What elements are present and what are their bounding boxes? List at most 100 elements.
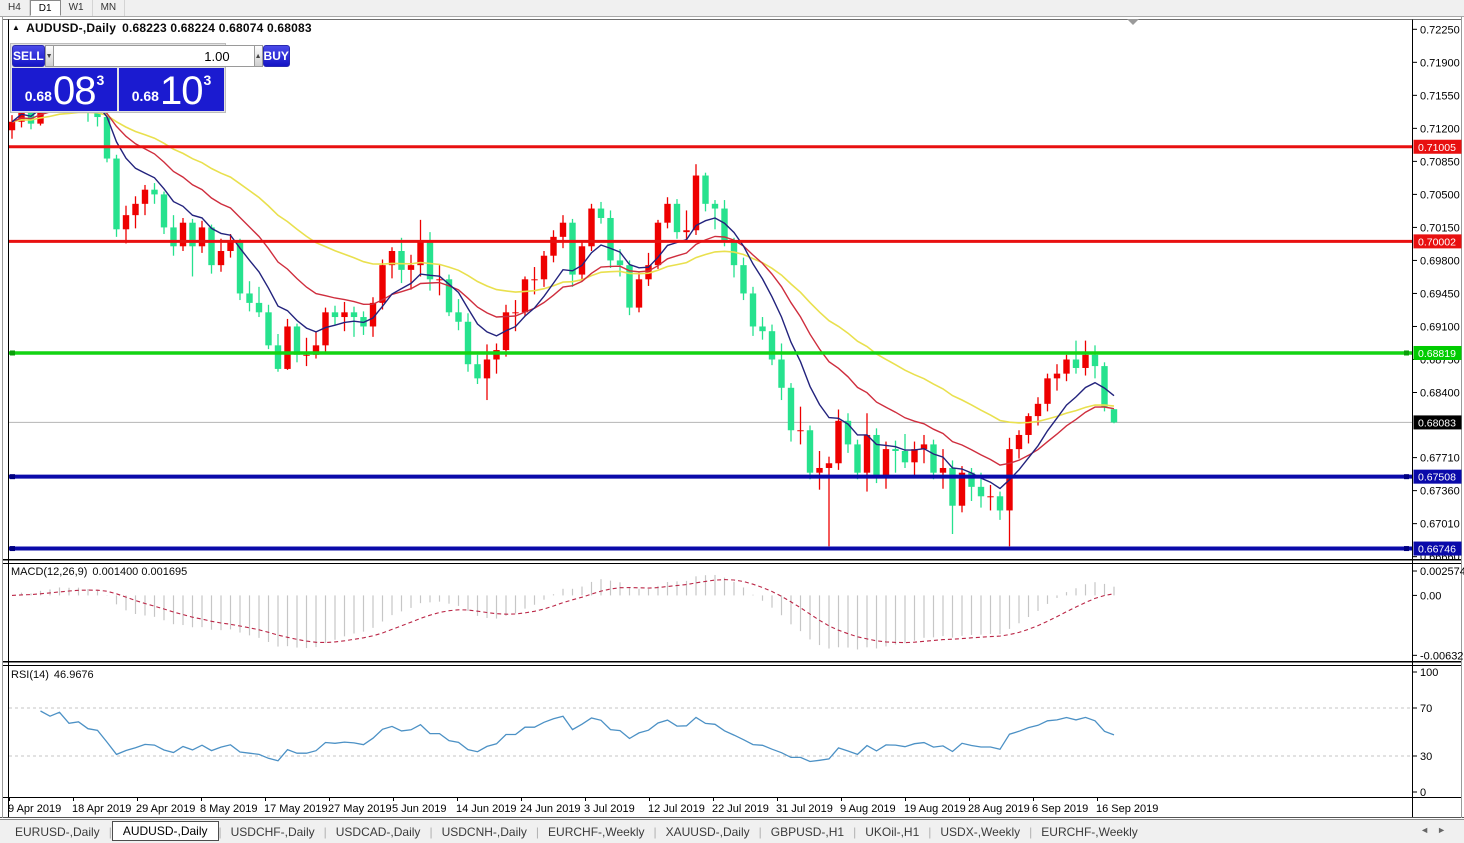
line-handle[interactable] — [10, 350, 15, 355]
macd-axis-tick-label: -0.006326 — [1420, 650, 1464, 662]
line-handle[interactable] — [10, 546, 15, 551]
symbol-tab-usdchf-daily[interactable]: USDCHF-,Daily — [222, 823, 324, 841]
timeframe-button-w1[interactable]: W1 — [61, 0, 93, 16]
candle-body — [123, 215, 129, 229]
chart-title: ▲ AUDUSD-,Daily 0.68223 0.68224 0.68074 … — [12, 21, 312, 35]
candle-body — [930, 444, 936, 472]
candle-body — [465, 322, 471, 364]
sell-price-big-digits: 08 — [53, 74, 96, 108]
macd-axis-tick-label: 0.00 — [1420, 590, 1441, 602]
candle-body — [332, 312, 338, 317]
candle-body — [949, 468, 955, 506]
symbol-tab-audusd-daily[interactable]: AUDUSD-,Daily — [112, 821, 219, 841]
candle-body — [1063, 359, 1069, 373]
candle-body — [997, 496, 1003, 510]
candle-body — [560, 223, 566, 237]
candle-body — [683, 230, 689, 232]
price-axis-tick-label: 0.67010 — [1420, 519, 1460, 531]
symbol-tab-eurchf-weekly[interactable]: EURCHF-,Weekly — [1032, 823, 1146, 841]
date-axis-label: 12 Jul 2019 — [648, 803, 705, 815]
price-axis-tick-label: 0.69450 — [1420, 288, 1460, 300]
candle-body — [607, 218, 613, 260]
timeframe-button-h4[interactable]: H4 — [0, 0, 30, 16]
candle-body — [911, 449, 917, 462]
candle-body — [427, 242, 433, 280]
candle-body — [199, 227, 205, 246]
candle-body — [132, 204, 138, 215]
volume-decrease-button[interactable]: ▼ — [45, 45, 54, 67]
volume-increase-button[interactable]: ▲ — [254, 45, 263, 67]
price-axis-tick-label: 0.72250 — [1420, 24, 1460, 36]
rsi-axis-tick-label: 70 — [1420, 703, 1432, 715]
collapse-triangle-icon[interactable]: ▲ — [12, 23, 20, 32]
sell-price-panel[interactable]: 0.68 08 3 — [12, 68, 117, 111]
price-axis-tick-label: 0.70850 — [1420, 156, 1460, 168]
rsi-name: RSI(14) — [11, 669, 49, 681]
price-level-label: 0.68083 — [1418, 417, 1456, 429]
line-handle[interactable] — [1404, 546, 1409, 551]
candle-body — [1092, 355, 1098, 366]
price-axis-tick-label: 0.68400 — [1420, 388, 1460, 400]
price-level-label: 0.67508 — [1418, 472, 1456, 484]
candle-body — [864, 435, 870, 473]
volume-input[interactable] — [54, 45, 254, 67]
candle-body — [978, 487, 984, 496]
date-axis-label: 28 Aug 2019 — [968, 803, 1030, 815]
candle-body — [693, 176, 699, 231]
candle-body — [294, 326, 300, 354]
candle-body — [807, 430, 813, 472]
candle-body — [351, 312, 357, 317]
date-axis-label: 9 Aug 2019 — [840, 803, 896, 815]
line-handle[interactable] — [1404, 474, 1409, 479]
tab-scroll-left-icon[interactable]: ◄ — [1420, 825, 1437, 835]
symbol-tab-eurusd-daily[interactable]: EURUSD-,Daily — [6, 823, 109, 841]
candle-body — [550, 237, 556, 256]
buy-price-big-digits: 10 — [160, 74, 203, 108]
macd-values: 0.001400 0.001695 — [92, 566, 187, 578]
chevron-up-icon: ▲ — [255, 53, 262, 60]
symbol-tab-xauusd-daily[interactable]: XAUUSD-,Daily — [657, 823, 759, 841]
tab-scroll-arrows[interactable]: ◄► — [1420, 825, 1454, 835]
price-axis-tick-label: 0.70500 — [1420, 189, 1460, 201]
line-handle[interactable] — [1404, 350, 1409, 355]
date-axis-label: 5 Jun 2019 — [392, 803, 446, 815]
symbol-tab-usdx-weekly[interactable]: USDX-,Weekly — [931, 823, 1029, 841]
candle-body — [379, 265, 385, 303]
candle-body — [284, 326, 290, 368]
rsi-value: 46.9676 — [54, 669, 94, 681]
sell-button[interactable]: SELL — [12, 45, 45, 67]
candle-body — [417, 242, 423, 266]
date-axis-label: 19 Aug 2019 — [904, 803, 966, 815]
candle-body — [9, 122, 15, 130]
buy-button[interactable]: BUY — [263, 45, 290, 67]
candle-body — [436, 279, 442, 280]
tab-scroll-right-icon[interactable]: ► — [1437, 825, 1454, 835]
candle-body — [617, 260, 623, 265]
symbol-tab-eurchf-weekly[interactable]: EURCHF-,Weekly — [539, 823, 653, 841]
candle-body — [750, 293, 756, 326]
candle-body — [902, 451, 908, 462]
date-axis-label: 31 Jul 2019 — [776, 803, 833, 815]
price-axis-tick-label: 0.69100 — [1420, 321, 1460, 333]
candle-body — [854, 444, 860, 472]
symbol-tab-ukoil-h1[interactable]: UKOil-,H1 — [856, 823, 928, 841]
candle-body — [142, 190, 148, 204]
candle-body — [512, 312, 518, 313]
candle-body — [398, 251, 404, 270]
candle-body — [246, 293, 252, 302]
candle-body — [541, 256, 547, 280]
candle-body — [835, 421, 841, 463]
timeframe-button-mn[interactable]: MN — [93, 0, 126, 16]
scroll-to-end-icon[interactable] — [1127, 19, 1139, 25]
price-axis-tick-label: 0.71200 — [1420, 123, 1460, 135]
date-axis-label: 14 Jun 2019 — [456, 803, 517, 815]
rsi-indicator-label: RSI(14) 46.9676 — [11, 669, 94, 681]
line-handle[interactable] — [10, 474, 15, 479]
timeframe-toolbar: H4D1W1MN — [0, 0, 1464, 17]
symbol-tab-gbpusd-h1[interactable]: GBPUSD-,H1 — [762, 823, 853, 841]
symbol-tab-usdcnh-daily[interactable]: USDCNH-,Daily — [433, 823, 536, 841]
timeframe-button-d1[interactable]: D1 — [30, 0, 61, 16]
symbol-tab-usdcad-daily[interactable]: USDCAD-,Daily — [327, 823, 430, 841]
price-level-label: 0.66746 — [1418, 544, 1456, 556]
buy-price-panel[interactable]: 0.68 10 3 — [119, 68, 224, 111]
